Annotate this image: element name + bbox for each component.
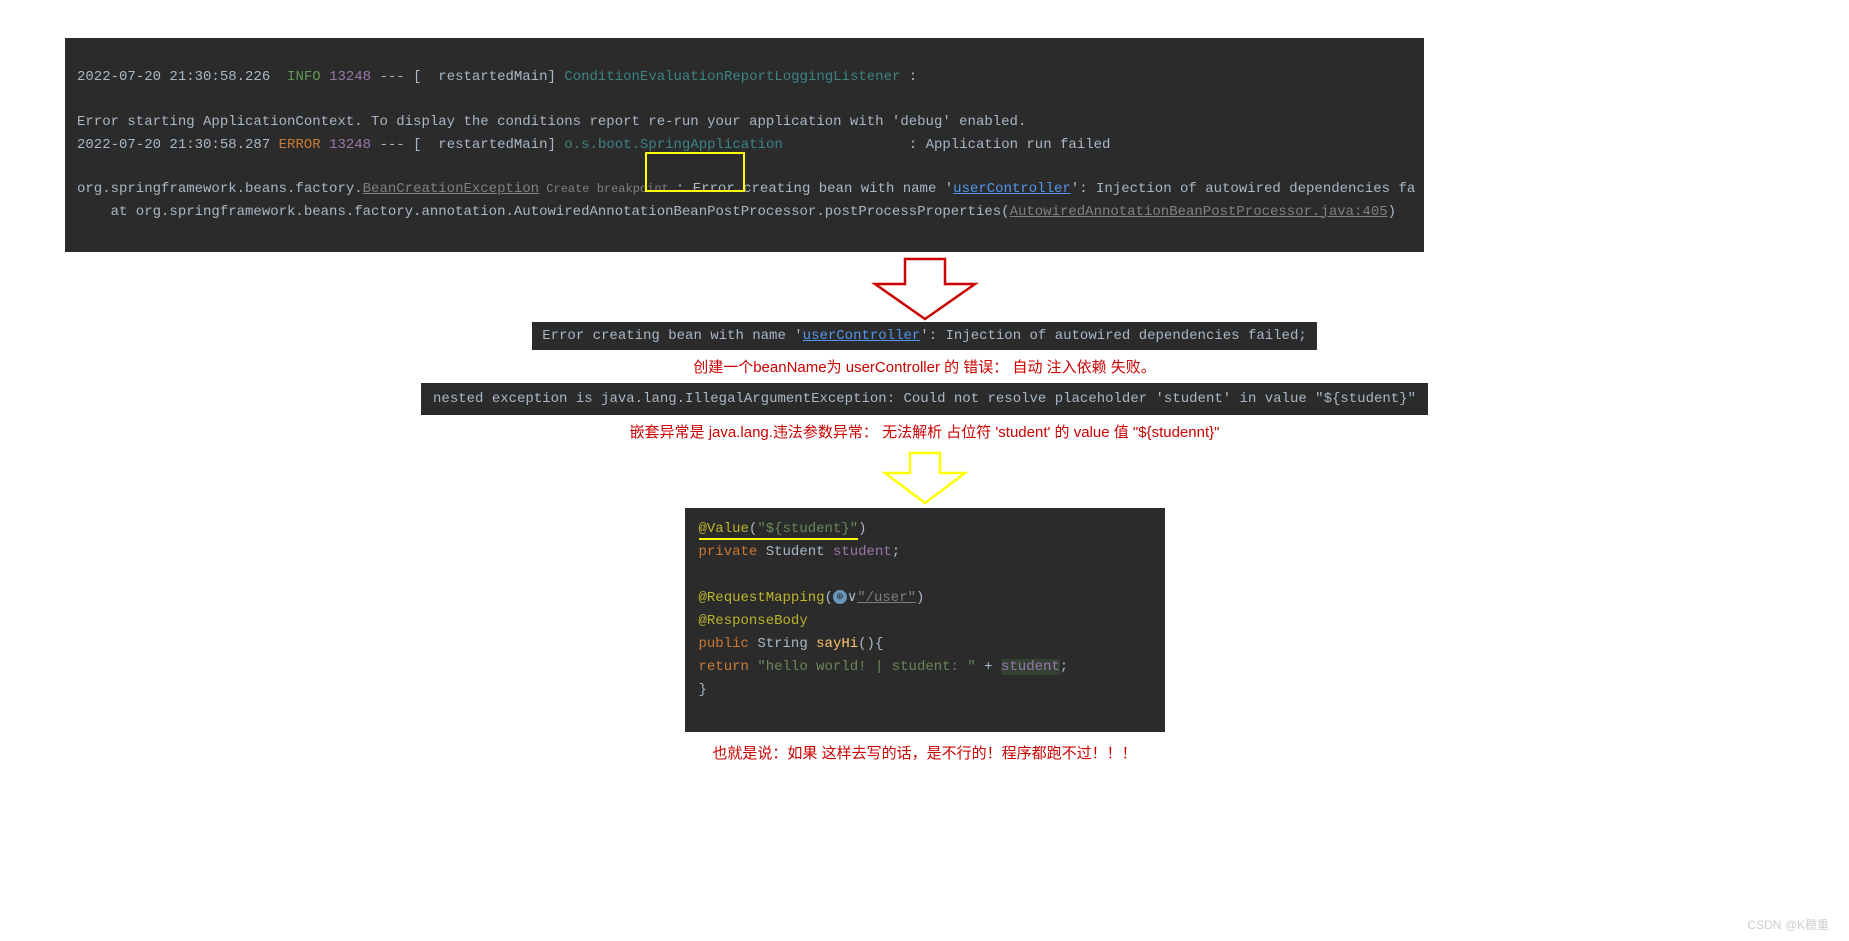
translation-text-3: 也就是说：如果 这样去写的话，是不行的！程序都跑不过！！！ <box>0 742 1849 763</box>
code-blank-line <box>699 564 1149 587</box>
bean-name-link[interactable]: userController <box>953 181 1071 197</box>
log-timestamp: 2022-07-20 21:30:58.226 <box>77 69 270 85</box>
code-line: @Value("${student}") <box>699 518 1149 541</box>
translation-text-1: 创建一个beanName为 userController 的 错误： 自动 注入… <box>0 356 1849 377</box>
code-line: private Student student; <box>699 541 1149 564</box>
log-sep: --- [ restartedMain] <box>371 69 564 85</box>
red-down-arrow-icon <box>865 254 985 324</box>
log-message: Error starting ApplicationContext. To di… <box>77 114 1026 130</box>
annotation-value: @Value <box>699 521 749 537</box>
globe-icon[interactable]: ⊕ <box>833 590 847 604</box>
code-line: } <box>699 679 1149 702</box>
highlight-rectangle <box>645 152 745 192</box>
exception-class-link[interactable]: BeanCreationException <box>363 181 539 197</box>
log-level-info: INFO <box>287 69 321 85</box>
log-msg: : Application run failed <box>909 137 1111 153</box>
log-msg: : <box>900 69 925 85</box>
code-editor-snippet: @Value("${student}") private Student stu… <box>685 508 1165 733</box>
code-line: @RequestMapping(⊕∨"/user") <box>699 587 1149 610</box>
log-logger: ConditionEvaluationReportLoggingListener <box>564 69 900 85</box>
translation-text-2: 嵌套异常是 java.lang.违法参数异常： 无法解析 占位符 'studen… <box>0 421 1849 442</box>
code-line: @ResponseBody <box>699 610 1149 633</box>
log-pid: 13248 <box>329 137 371 153</box>
code-line: public String sayHi(){ <box>699 633 1149 656</box>
error-snippet-1: Error creating bean with name 'userContr… <box>532 322 1317 350</box>
annotation-requestmapping: @RequestMapping <box>699 590 825 606</box>
stack-trace-line: at org.springframework.beans.factory.ann… <box>77 204 1010 220</box>
log-logger: o.s.boot.SpringApplication <box>564 137 782 153</box>
error-snippet-2: nested exception is java.lang.IllegalArg… <box>421 383 1428 415</box>
log-pid: 13248 <box>329 69 371 85</box>
log-timestamp: 2022-07-20 21:30:58.287 <box>77 137 270 153</box>
source-file-link[interactable]: AutowiredAnnotationBeanPostProcessor.jav… <box>1010 204 1388 220</box>
bean-name-link[interactable]: userController <box>803 328 921 344</box>
annotation-responsebody: @ResponseBody <box>699 613 808 629</box>
watermark-text: CSDN @K稳重 <box>1747 916 1829 933</box>
yellow-down-arrow-icon <box>875 448 975 508</box>
console-log-panel: 2022-07-20 21:30:58.226 INFO 13248 --- [… <box>65 38 1424 252</box>
code-line: return "hello world! | student: " + stud… <box>699 656 1149 679</box>
log-sep: --- [ restartedMain] <box>371 137 564 153</box>
exception-prefix: org.springframework.beans.factory. <box>77 181 363 197</box>
log-level-error: ERROR <box>279 137 321 153</box>
